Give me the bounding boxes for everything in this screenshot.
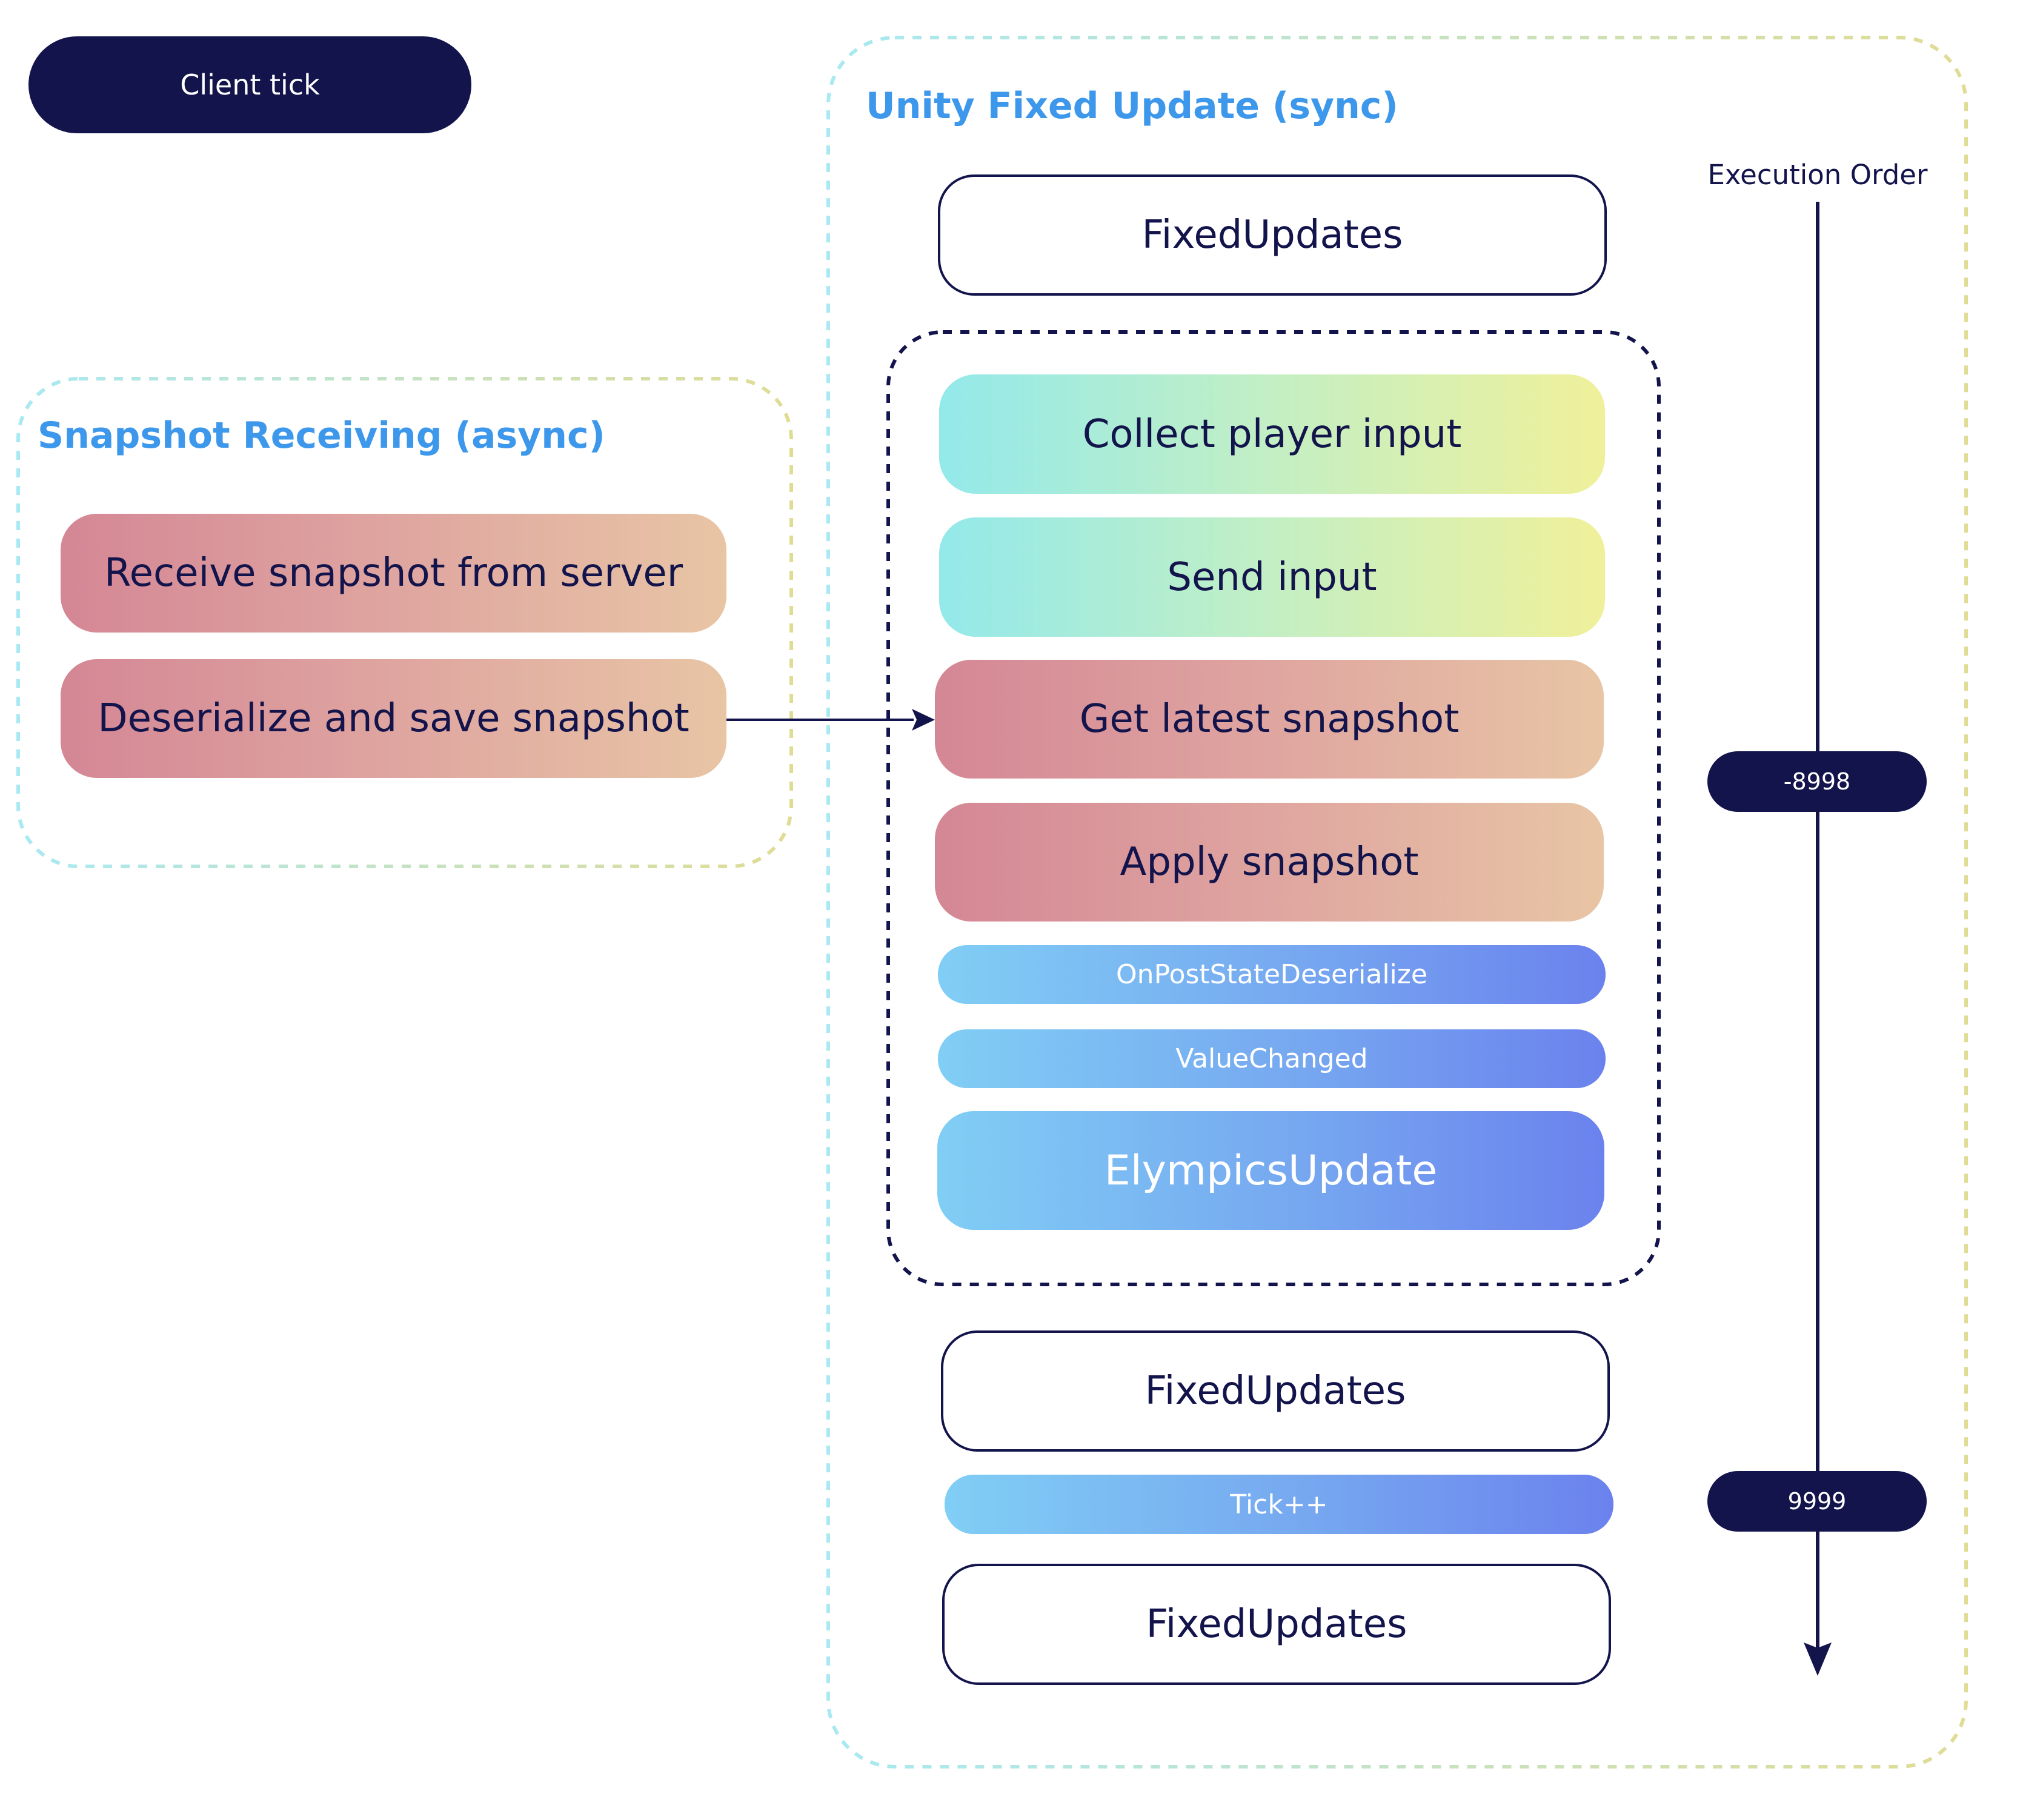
step-label: FixedUpdates: [1145, 1369, 1406, 1413]
step-receive-snapshot: Receive snapshot from server: [61, 514, 726, 633]
step-elympics-update: ElympicsUpdate: [937, 1111, 1604, 1230]
step-tick-increment: Tick++: [945, 1475, 1613, 1534]
execution-order-marker: -8998: [1707, 751, 1927, 812]
client-tick-label: Client tick: [180, 68, 320, 101]
step-collect-player-input: Collect player input: [939, 374, 1605, 494]
client-tick-badge: Client tick: [28, 36, 471, 133]
step-value-changed: ValueChanged: [938, 1029, 1606, 1088]
step-label: Apply snapshot: [1120, 840, 1419, 885]
step-label: Receive snapshot from server: [104, 551, 683, 596]
execution-order-value: 9999: [1787, 1488, 1847, 1515]
step-apply-snapshot: Apply snapshot: [935, 803, 1604, 922]
execution-order-arrowhead-icon: [1804, 1642, 1832, 1676]
step-on-post-state-deserialize: OnPostStateDeserialize: [938, 945, 1606, 1004]
step-label: FixedUpdates: [1141, 213, 1403, 257]
step-get-latest-snapshot: Get latest snapshot: [935, 660, 1604, 779]
step-label: OnPostStateDeserialize: [1116, 959, 1427, 990]
step-send-input: Send input: [939, 517, 1605, 637]
step-label: Collect player input: [1082, 411, 1462, 457]
step-label: Deserialize and save snapshot: [98, 696, 689, 741]
snapshot-connector-arrow: [726, 709, 935, 731]
execution-order-axis: [1804, 202, 1832, 1676]
step-fixed-updates-after-1: FixedUpdates: [941, 1330, 1610, 1452]
execution-order-value: -8998: [1783, 768, 1851, 795]
step-label: ElympicsUpdate: [1104, 1146, 1438, 1195]
connector-arrowhead-icon: [912, 709, 935, 731]
step-label: ValueChanged: [1175, 1043, 1368, 1074]
unity-fixed-update-title: Unity Fixed Update (sync): [866, 85, 1398, 127]
execution-order-marker: 9999: [1707, 1471, 1927, 1532]
execution-order-label: Execution Order: [1707, 159, 1928, 191]
step-label: Send input: [1167, 554, 1377, 600]
step-deserialize-save-snapshot: Deserialize and save snapshot: [61, 659, 726, 778]
snapshot-receiving-title: Snapshot Receiving (async): [38, 414, 605, 457]
step-label: FixedUpdates: [1146, 1602, 1407, 1647]
step-label: Tick++: [1230, 1489, 1328, 1520]
step-fixed-updates-after-2: FixedUpdates: [942, 1564, 1611, 1685]
step-label: Get latest snapshot: [1079, 697, 1460, 742]
step-fixed-updates-before: FixedUpdates: [938, 174, 1607, 296]
